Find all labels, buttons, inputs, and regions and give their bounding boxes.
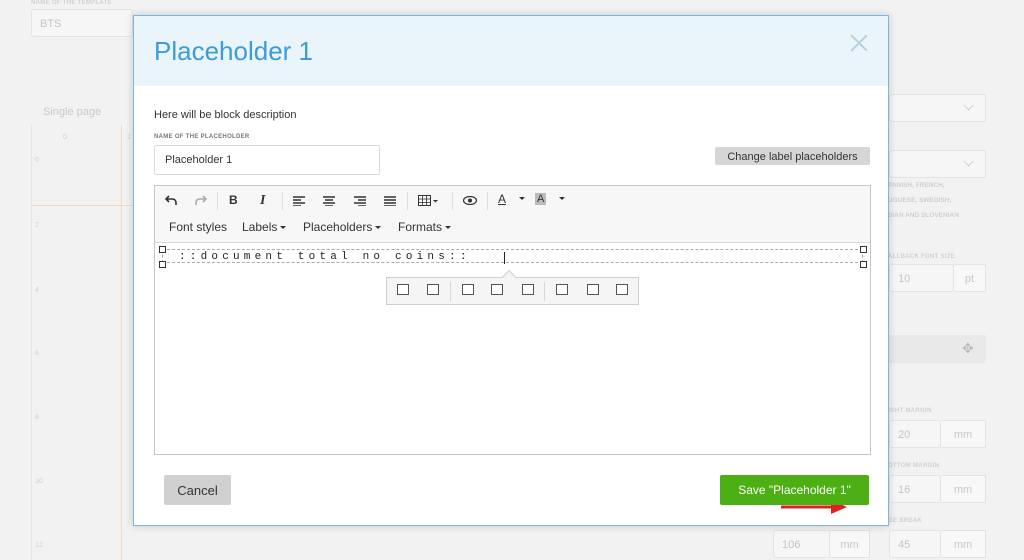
delete-column-icon[interactable]	[616, 284, 628, 295]
right-margin-label: IGHT MARGIN	[888, 408, 932, 414]
placeholder-name-label: NAME OF THE PLACEHOLDER	[154, 134, 250, 140]
align-left-icon[interactable]	[293, 196, 305, 206]
drag-handle-icon[interactable]: :	[863, 255, 865, 262]
delete-row-icon[interactable]	[522, 284, 534, 295]
languages-text: SIAN AND SLOVENIAN	[888, 212, 959, 219]
page-break-unit: mm	[941, 530, 986, 558]
caret-down-icon	[280, 226, 287, 230]
fallback-font-label: ALLBACK FONT SIZE	[888, 254, 956, 260]
languages-text: UGUESE, SWEDISH,	[888, 197, 952, 204]
menu-label: Font styles	[169, 220, 228, 234]
ruler	[31, 125, 134, 560]
table-icon[interactable]	[418, 195, 438, 206]
template-name-label: NAME OF THE TEMPLATE	[31, 0, 112, 6]
fallback-font-unit: pt	[954, 264, 986, 292]
ruler-top-number: 2	[127, 134, 131, 141]
toolbar-separator	[217, 192, 218, 210]
toolbar-separator	[282, 192, 283, 210]
resize-handle[interactable]	[860, 261, 867, 268]
toolbar-separator	[450, 282, 451, 301]
ruler-number: 12	[35, 542, 43, 549]
undo-icon[interactable]	[165, 195, 177, 206]
ruler-number: 6	[35, 350, 39, 357]
margin-guide-horizontal	[31, 205, 133, 206]
drag-handle-icon[interactable]: · ·	[167, 251, 169, 262]
menu-label: Labels	[242, 220, 278, 234]
delete-table-icon[interactable]	[427, 284, 439, 295]
toolbar-separator	[487, 192, 488, 210]
redo-icon[interactable]	[195, 195, 207, 206]
toolbar-separator	[407, 192, 408, 210]
placeholder-token-text: ::document total no coins::	[179, 251, 471, 263]
right-margin-unit: mm	[941, 420, 986, 448]
editor-toolbar: B I A A Font styles Labels Placeholders …	[155, 186, 870, 243]
fallback-font-input[interactable]: 10	[889, 264, 954, 292]
resize-handle[interactable]	[860, 246, 867, 253]
rich-text-editor: B I A A Font styles Labels Placeholders …	[154, 185, 871, 455]
other-unit: mm	[830, 530, 870, 558]
insert-row-after-icon[interactable]	[491, 284, 503, 295]
bottom-margin-label: OTTOM MARGIN	[888, 463, 940, 469]
other-input[interactable]: 106	[773, 530, 830, 558]
bold-button[interactable]: B	[229, 193, 238, 207]
bottom-margin-input[interactable]: 16	[889, 475, 941, 503]
margin-guide-vertical	[121, 125, 122, 560]
insert-column-before-icon[interactable]	[556, 284, 568, 295]
change-label-placeholders-button[interactable]: Change label placeholders	[715, 147, 870, 165]
ruler-number: 8	[35, 414, 39, 421]
toolbar-separator	[452, 192, 453, 210]
menu-font-styles[interactable]: Font styles	[169, 220, 227, 234]
bg-select[interactable]	[889, 94, 986, 122]
ruler-number: 10	[35, 478, 43, 485]
menu-placeholders[interactable]: Placeholders	[303, 220, 382, 234]
resize-handle[interactable]	[159, 246, 166, 253]
page-break-input[interactable]: 45	[889, 530, 941, 558]
italic-button[interactable]: I	[260, 193, 265, 209]
modal-header: Placeholder 1	[134, 16, 888, 86]
ruler-number: 2	[35, 222, 39, 229]
cancel-button[interactable]: Cancel	[164, 475, 231, 505]
toolbar-separator	[544, 282, 545, 301]
align-right-icon[interactable]	[354, 196, 366, 206]
font-color-dropdown[interactable]	[516, 191, 525, 205]
preview-eye-icon[interactable]	[463, 196, 477, 205]
placeholder-name-input[interactable]	[154, 145, 380, 175]
template-name-input[interactable]: BTS	[31, 9, 133, 37]
caret-down-icon	[445, 226, 452, 230]
page-mode-tab[interactable]: Single page	[43, 106, 101, 118]
languages-text: PANISH, FRENCH,	[888, 182, 945, 189]
modal-title: Placeholder 1	[154, 36, 313, 66]
resize-handle[interactable]	[159, 261, 166, 268]
menu-label: Placeholders	[303, 220, 373, 234]
block-description: Here will be block description	[154, 109, 297, 121]
align-justify-icon[interactable]	[384, 196, 396, 206]
save-placeholder-button[interactable]: Save "Placeholder 1"	[720, 475, 869, 505]
text-cursor	[504, 252, 505, 264]
bg-select[interactable]	[889, 150, 986, 178]
editor-content-area[interactable]: · · ::document total no coins:: :	[155, 243, 870, 454]
close-icon[interactable]	[848, 32, 870, 54]
background-color-dropdown[interactable]	[556, 191, 565, 205]
background-color-button[interactable]: A	[535, 193, 547, 205]
insert-column-after-icon[interactable]	[587, 284, 599, 295]
table-context-toolbar	[386, 277, 639, 305]
placeholder-table-cell[interactable]: · · ::document total no coins::	[162, 249, 863, 264]
ruler-top-number: 0	[63, 134, 67, 141]
move-icon[interactable]: ✥	[962, 340, 974, 357]
font-color-button[interactable]: A	[498, 192, 506, 206]
placeholder-modal: Placeholder 1 Here will be block descrip…	[133, 15, 889, 526]
ruler-number: 0	[35, 157, 39, 164]
table-properties-icon[interactable]	[397, 284, 409, 295]
caret-down-icon	[375, 226, 382, 230]
menu-formats[interactable]: Formats	[398, 220, 452, 234]
menu-labels[interactable]: Labels	[242, 220, 287, 234]
menu-label: Formats	[398, 220, 443, 234]
page-break-label: GE BREAK	[888, 518, 923, 524]
align-center-icon[interactable]	[323, 196, 335, 206]
ruler-number: 4	[35, 287, 39, 294]
right-margin-input[interactable]: 20	[889, 420, 941, 448]
bottom-margin-unit: mm	[941, 475, 986, 503]
insert-row-before-icon[interactable]	[462, 284, 474, 295]
